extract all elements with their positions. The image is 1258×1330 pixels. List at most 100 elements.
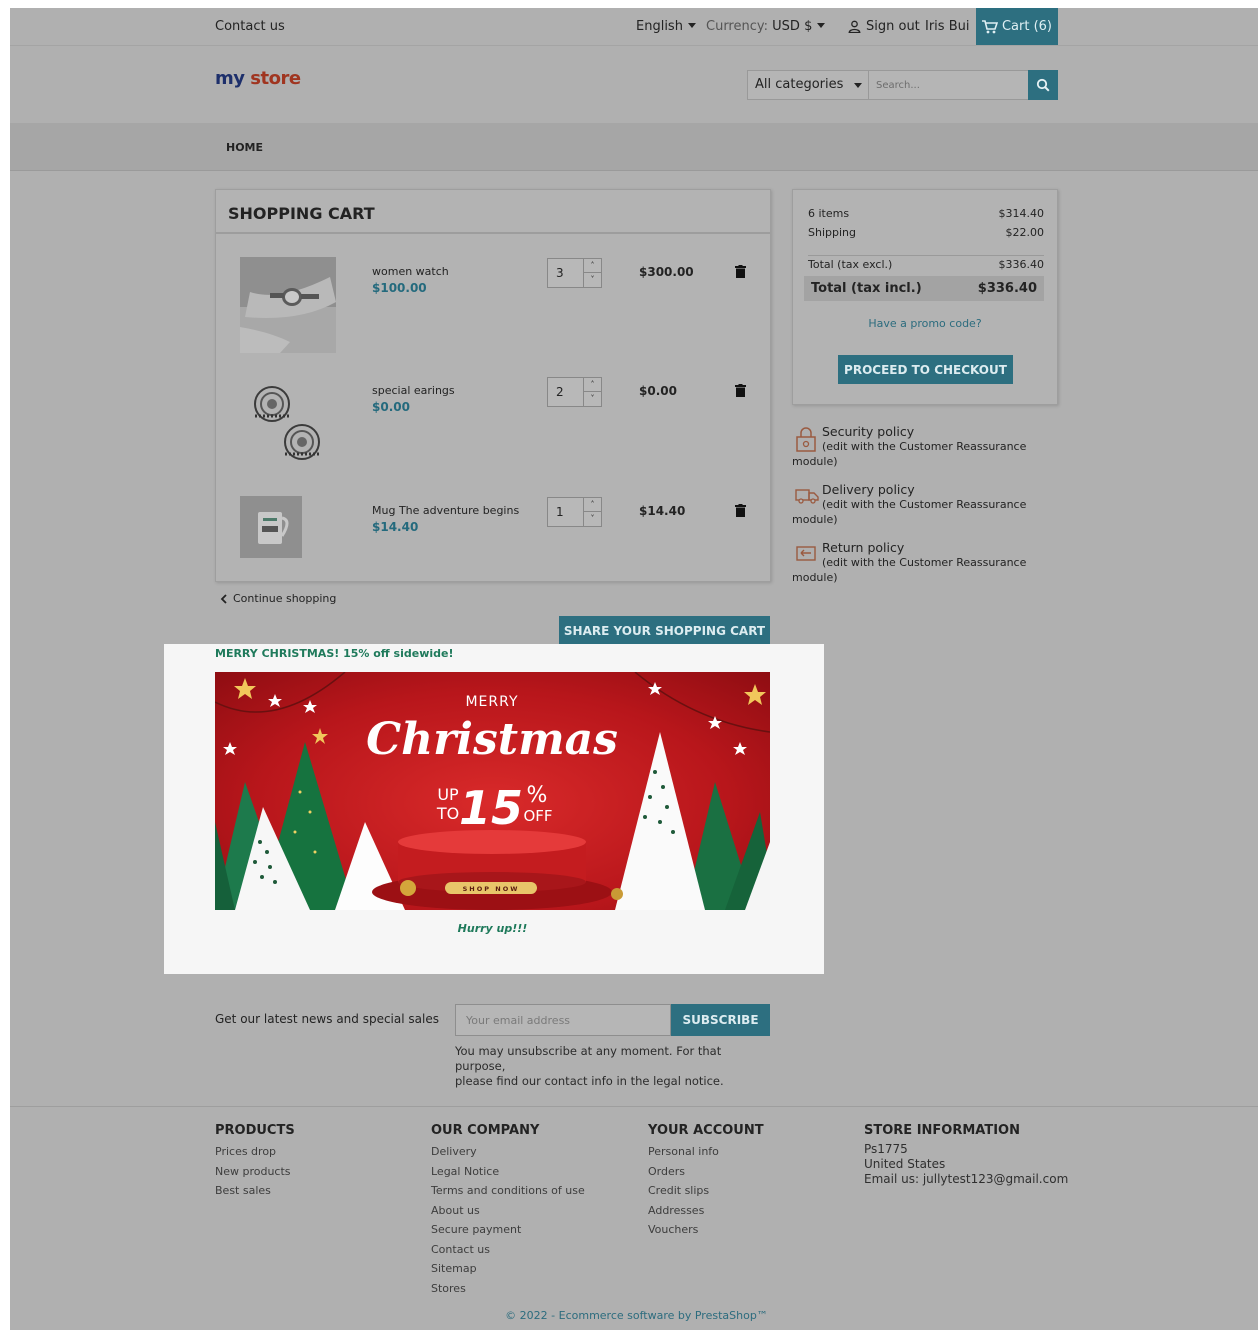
currency-selector[interactable]: Currency: USD $ — [706, 19, 826, 34]
reassurance-tail: module) — [792, 455, 838, 468]
footer-link[interactable]: New products — [215, 1162, 295, 1182]
reassurance-desc: (edit with the Customer Reassurance — [822, 440, 1027, 453]
quantity-stepper[interactable]: 3 ˄ ˅ — [547, 258, 602, 288]
reassurance-tail: module) — [792, 513, 838, 526]
share-cart-button[interactable]: SHARE YOUR SHOPPING CART — [559, 616, 770, 645]
footer-link[interactable]: Stores — [431, 1279, 585, 1299]
lock-icon — [794, 426, 818, 455]
christmas-banner[interactable]: MERRY Christmas UP TO 15 % OFF SHOP NOW — [215, 672, 770, 910]
store-logo[interactable]: my store — [215, 68, 301, 89]
continue-label: Continue shopping — [233, 592, 337, 605]
quantity-stepper[interactable]: 2 ˄ ˅ — [547, 377, 602, 407]
subscribe-button[interactable]: SUBSCRIBE — [671, 1004, 770, 1036]
line-total: $14.40 — [639, 504, 686, 518]
footer-link[interactable]: Credit slips — [648, 1181, 764, 1201]
trash-icon[interactable] — [735, 502, 746, 521]
footer-company: OUR COMPANY Delivery Legal Notice Terms … — [431, 1123, 585, 1298]
search-button[interactable] — [1028, 70, 1058, 100]
product-image-earrings[interactable] — [240, 376, 336, 472]
cart-title: SHOPPING CART — [216, 190, 770, 234]
contact-link[interactable]: Contact us — [215, 19, 285, 34]
newsletter-label: Get our latest news and special sales — [215, 1012, 439, 1026]
search-icon — [1036, 78, 1050, 92]
banner-up: UP — [437, 785, 459, 804]
hurry-text: Hurry up!!! — [457, 922, 528, 935]
summary-shipping-row: Shipping $22.00 — [808, 226, 1044, 239]
shipping-label: Shipping — [808, 226, 856, 239]
footer-store-title: STORE INFORMATION — [864, 1123, 1020, 1138]
chevron-up-icon[interactable]: ˄ — [584, 259, 601, 273]
nav-home[interactable]: HOME — [226, 141, 263, 154]
promo-code-link[interactable]: Have a promo code? — [793, 317, 1057, 330]
footer-link[interactable]: Addresses — [648, 1201, 764, 1221]
footer-link[interactable]: Best sales — [215, 1181, 295, 1201]
store-country: United States — [864, 1157, 946, 1171]
store-email[interactable]: Email us: jullytest123@gmail.com — [864, 1172, 1068, 1187]
footer-link[interactable]: Orders — [648, 1162, 764, 1182]
chevron-down-icon[interactable]: ˅ — [584, 273, 601, 287]
quantity-value: 3 — [556, 266, 564, 280]
product-image-watch[interactable] — [240, 257, 336, 353]
main-nav: HOME — [10, 123, 1258, 171]
product-name[interactable]: special earings — [372, 384, 455, 397]
category-select[interactable]: All categories — [747, 70, 869, 100]
cart-button[interactable]: Cart (6) — [976, 8, 1058, 45]
footer-link[interactable]: Prices drop — [215, 1142, 295, 1162]
logo-text-2: store — [250, 68, 301, 89]
incl-value: $336.40 — [977, 281, 1037, 296]
footer-link[interactable]: Vouchers — [648, 1220, 764, 1240]
chevron-up-icon[interactable]: ˄ — [584, 378, 601, 392]
caret-down-icon — [687, 23, 696, 28]
line-total: $0.00 — [639, 384, 677, 398]
footer-products-title: PRODUCTS — [215, 1123, 295, 1138]
shopping-cart-panel: SHOPPING CART women watch $100.00 3 ˄ ˅ $… — [215, 189, 771, 582]
checkout-button[interactable]: PROCEED TO CHECKOUT — [838, 355, 1013, 384]
product-image-mug[interactable] — [240, 496, 336, 592]
footer-link[interactable]: About us — [431, 1201, 585, 1221]
product-price: $14.40 — [372, 520, 419, 534]
search-placeholder: Search... — [876, 80, 920, 91]
language-selector[interactable]: English — [636, 19, 696, 34]
banner-merry: MERRY — [465, 694, 518, 710]
banner-christmas: Christmas — [366, 714, 618, 765]
quantity-value: 1 — [556, 505, 564, 519]
cart-item: Mug The adventure begins $14.40 1 ˄ ˅ $14… — [216, 496, 772, 606]
trash-icon[interactable] — [735, 382, 746, 401]
footer-link[interactable]: Terms and conditions of use — [431, 1181, 585, 1201]
quantity-stepper[interactable]: 1 ˄ ˅ — [547, 497, 602, 527]
reassurance-title: Return policy — [822, 540, 905, 555]
copyright-link[interactable]: © 2022 - Ecommerce software by PrestaSho… — [10, 1309, 1258, 1322]
line-total: $300.00 — [639, 265, 694, 279]
excl-value: $336.40 — [998, 258, 1045, 271]
items-value: $314.40 — [998, 207, 1045, 220]
footer-account-title: YOUR ACCOUNT — [648, 1123, 764, 1138]
summary-incl-row: Total (tax incl.) $336.40 — [804, 276, 1044, 301]
footer-link[interactable]: Legal Notice — [431, 1162, 585, 1182]
email-input[interactable]: Your email address — [455, 1004, 671, 1036]
trash-icon[interactable] — [735, 263, 746, 282]
footer-link[interactable]: Personal info — [648, 1142, 764, 1162]
banner-to: TO — [436, 804, 459, 823]
search-input[interactable]: Search... — [869, 70, 1029, 100]
store-name: Ps1775 — [864, 1142, 908, 1156]
footer-link[interactable]: Delivery — [431, 1142, 585, 1162]
chevron-left-icon — [220, 593, 227, 604]
items-label: 6 items — [808, 207, 850, 220]
footer-link[interactable]: Contact us — [431, 1240, 585, 1260]
product-name[interactable]: Mug The adventure begins — [372, 504, 519, 517]
chevron-down-icon[interactable]: ˅ — [584, 512, 601, 526]
cart-icon — [981, 19, 998, 33]
user-name-link[interactable]: Iris Bui — [925, 19, 969, 34]
footer-store-info: STORE INFORMATION Ps1775 United States E… — [864, 1123, 1068, 1187]
footer-link[interactable]: Secure payment — [431, 1220, 585, 1240]
footer-link[interactable]: Sitemap — [431, 1259, 585, 1279]
continue-shopping-link[interactable]: Continue shopping — [220, 592, 336, 605]
chevron-up-icon[interactable]: ˄ — [584, 498, 601, 512]
chevron-down-icon[interactable]: ˅ — [584, 392, 601, 406]
cart-label: Cart (6) — [1001, 19, 1053, 34]
currency-label: Currency: — [706, 19, 769, 34]
signout-label: Sign out — [866, 19, 920, 34]
product-name[interactable]: women watch — [372, 265, 449, 278]
signout-link[interactable]: Sign out — [848, 19, 920, 34]
incl-label: Total (tax incl.) — [811, 281, 922, 296]
